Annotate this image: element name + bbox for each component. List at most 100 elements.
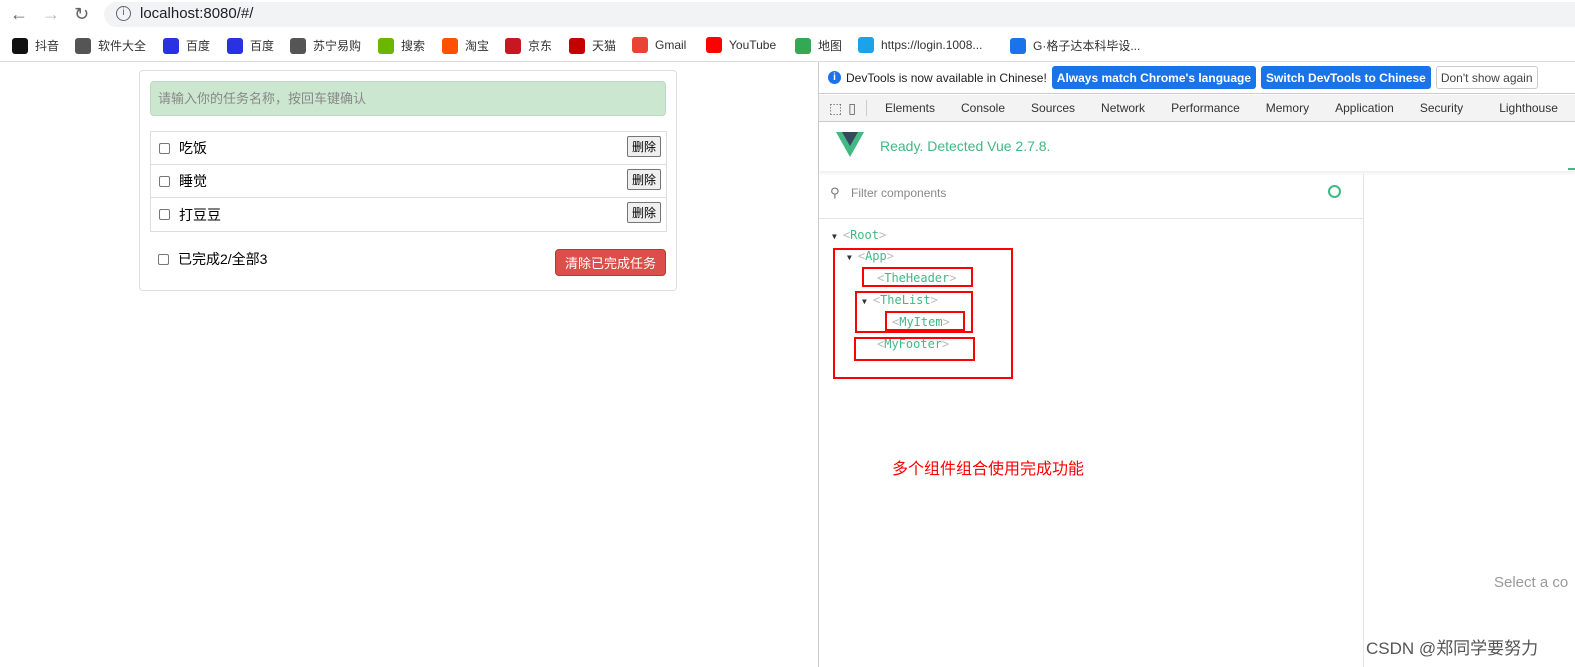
filter-components-input[interactable]: [851, 186, 1251, 200]
expand-arrow-icon[interactable]: ▼: [832, 232, 837, 241]
tab-application[interactable]: Application: [1322, 101, 1407, 115]
bookmark-item[interactable]: 淘宝: [442, 37, 489, 54]
bookmark-item[interactable]: 软件大全: [75, 37, 146, 54]
dont-show-button[interactable]: Don't show again: [1435, 66, 1538, 89]
delete-button[interactable]: 删除: [626, 202, 661, 223]
bookmark-favicon-icon: [706, 37, 722, 53]
bookmark-item[interactable]: G·格子达本科毕设...: [1010, 37, 1140, 54]
bookmark-favicon-icon: [75, 37, 91, 54]
delete-button[interactable]: 删除: [626, 169, 661, 190]
reload-icon[interactable]: ↻: [74, 4, 89, 25]
browser-toolbar: ← → ↻ i localhost:8080/#/: [0, 0, 1575, 30]
forward-icon[interactable]: →: [42, 4, 60, 25]
bookmark-label: 百度: [250, 39, 275, 53]
back-icon[interactable]: ←: [10, 4, 28, 25]
tab-indicator: [1568, 168, 1575, 170]
item-title: 打豆豆: [179, 206, 221, 223]
tree-node-root[interactable]: ▼ <Root>: [832, 228, 886, 242]
bookmark-item[interactable]: Gmail: [632, 37, 686, 53]
bookmark-favicon-icon: [290, 37, 306, 54]
tab-network[interactable]: Network: [1088, 101, 1158, 115]
bookmarks-bar: 抖音 软件大全 百度 百度 苏宁易购 搜索 淘宝 京东 天猫 Gmail YouTube 地图 http…: [0, 30, 1575, 62]
bookmark-favicon-icon: [442, 37, 458, 54]
bookmark-label: https://login.1008...: [881, 38, 983, 52]
task-input[interactable]: [150, 81, 666, 116]
bookmark-label: 苏宁易购: [313, 39, 362, 53]
list-item: 打豆豆 删除: [151, 198, 666, 231]
bookmark-favicon-icon: [569, 37, 585, 54]
bookmark-item[interactable]: 苏宁易购: [290, 37, 361, 54]
search-icon: ⚲: [830, 185, 840, 200]
select-all-checkbox[interactable]: [158, 253, 169, 265]
vue-logo-icon: [836, 132, 864, 157]
vue-ready-text: Ready. Detected Vue 2.7.8.: [880, 138, 1051, 154]
tab-console[interactable]: Console: [948, 101, 1018, 115]
list-item: 吃饭 删除: [151, 132, 666, 165]
match-language-button[interactable]: Always match Chrome's language: [1051, 66, 1257, 89]
bookmark-label: 搜索: [401, 39, 426, 53]
bookmark-item[interactable]: YouTube: [706, 37, 776, 53]
bookmark-item[interactable]: 百度: [163, 37, 210, 54]
bookmark-item[interactable]: 天猫: [569, 37, 616, 54]
tab-elements[interactable]: Elements: [872, 101, 948, 115]
divider: [865, 100, 867, 116]
annotation-box-header: [862, 267, 973, 287]
clear-completed-button[interactable]: 清除已完成任务: [555, 249, 666, 276]
language-infobar: i DevTools is now available in Chinese! …: [819, 62, 1575, 94]
tab-lighthouse[interactable]: Lighthouse: [1486, 101, 1571, 115]
bookmark-label: G·格子达本科毕设...: [1033, 39, 1141, 53]
bookmark-item[interactable]: 百度: [227, 37, 274, 54]
switch-chinese-button[interactable]: Switch DevTools to Chinese: [1261, 66, 1431, 89]
bookmark-label: 软件大全: [98, 39, 147, 53]
inspect-icon[interactable]: ⬚: [829, 100, 842, 117]
bookmark-label: 天猫: [592, 39, 617, 53]
info-icon[interactable]: i: [116, 6, 131, 21]
item-title: 睡觉: [179, 173, 207, 189]
bookmark-label: YouTube: [729, 38, 777, 52]
device-toggle-icon[interactable]: ▯: [848, 100, 856, 117]
url-text[interactable]: localhost:8080/#/: [140, 5, 253, 22]
todo-app: 吃饭 删除 睡觉 删除 打豆豆 删除 已完成2/全部3 清除已完成任务: [139, 70, 677, 291]
item-checkbox[interactable]: [159, 175, 170, 187]
bookmark-item[interactable]: 搜索: [378, 37, 425, 54]
address-bar[interactable]: i: [104, 2, 1575, 27]
list-item: 睡觉 删除: [151, 165, 666, 198]
completion-count: 已完成2/全部3: [178, 251, 268, 267]
bookmark-label: 百度: [186, 39, 211, 53]
delete-button[interactable]: 删除: [626, 136, 661, 157]
bookmark-item[interactable]: https://login.1008...: [858, 37, 982, 53]
bookmark-label: Gmail: [655, 38, 687, 52]
vue-status-bar: Ready. Detected Vue 2.7.8.: [819, 122, 1575, 171]
todo-footer: 已完成2/全部3: [158, 249, 267, 269]
bookmark-favicon-icon: [632, 37, 648, 53]
item-title: 吃饭: [179, 140, 207, 156]
bookmark-label: 地图: [818, 39, 843, 53]
bookmark-favicon-icon: [1010, 37, 1026, 54]
annotation-box-item: [885, 311, 965, 331]
tab-memory[interactable]: Memory: [1253, 101, 1322, 115]
bookmark-favicon-icon: [858, 37, 874, 53]
bookmark-item[interactable]: 抖音: [12, 37, 59, 54]
bookmark-label: 淘宝: [465, 39, 490, 53]
bookmark-label: 抖音: [35, 39, 60, 53]
tab-sources[interactable]: Sources: [1018, 101, 1088, 115]
item-checkbox[interactable]: [159, 209, 170, 220]
select-component-hint: Select a co: [1494, 574, 1569, 591]
tab-security[interactable]: Security: [1407, 101, 1476, 115]
devtools-tabs: ⬚ ▯ Elements Console Sources Network Per…: [819, 95, 1575, 122]
watermark: CSDN @郑同学要努力: [1366, 639, 1539, 658]
select-component-target-icon[interactable]: [1328, 185, 1341, 198]
bookmark-item[interactable]: 京东: [505, 37, 552, 54]
info-text: DevTools is now available in Chinese!: [846, 70, 1047, 85]
bookmark-favicon-icon: [163, 37, 179, 54]
bookmark-item[interactable]: 地图: [795, 37, 842, 54]
bookmark-favicon-icon: [505, 37, 521, 54]
bookmark-favicon-icon: [795, 37, 811, 54]
item-checkbox[interactable]: [159, 142, 170, 154]
tab-performance[interactable]: Performance: [1158, 101, 1253, 115]
bookmark-favicon-icon: [227, 37, 243, 54]
component-filter: ⚲: [819, 174, 1364, 219]
bookmark-favicon-icon: [12, 37, 28, 54]
todo-list: 吃饭 删除 睡觉 删除 打豆豆 删除: [150, 131, 667, 232]
annotation-box-footer: [854, 337, 975, 361]
